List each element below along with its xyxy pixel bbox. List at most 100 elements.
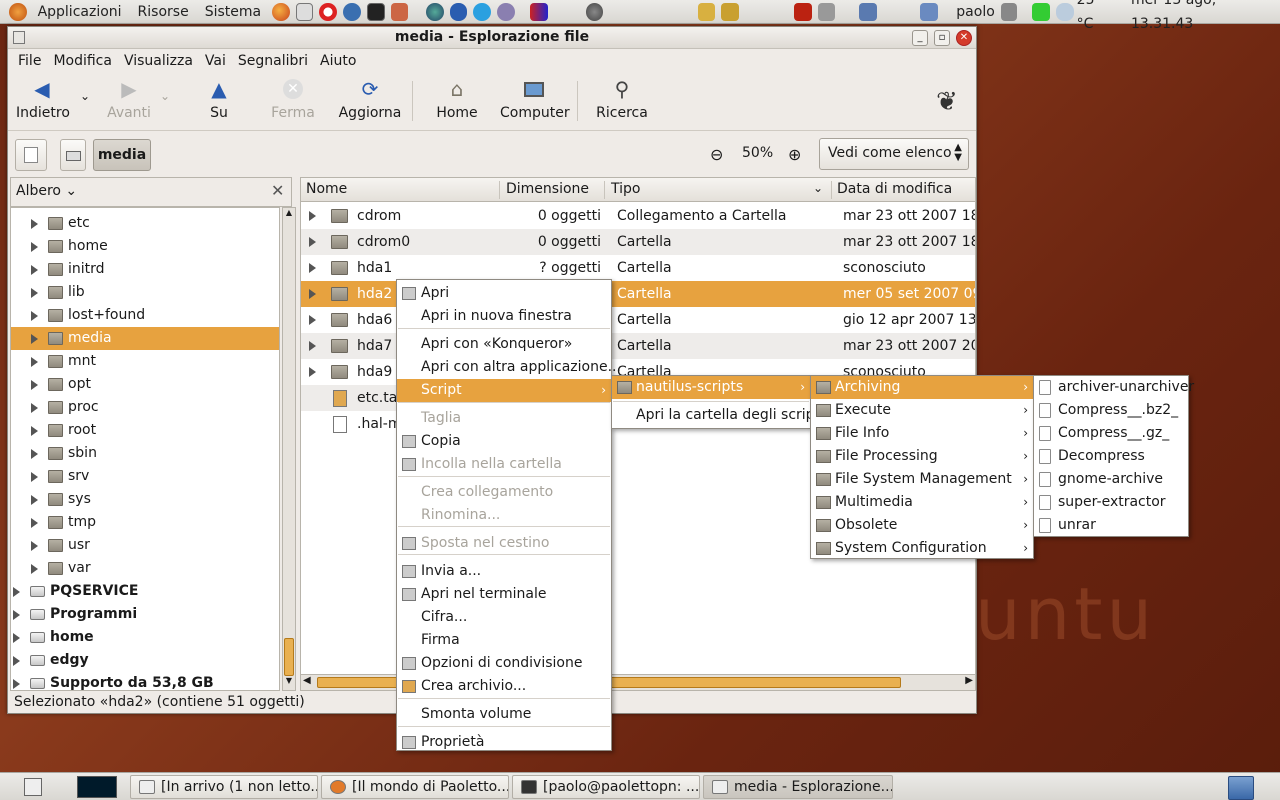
tree-item[interactable]: lib [11, 281, 279, 304]
title-bar[interactable]: media - Esplorazione file _ ▫ ✕ [8, 27, 976, 49]
expander-icon[interactable] [309, 211, 316, 221]
context-menu-item[interactable]: Rinomina... [397, 504, 611, 527]
archiving-script-item[interactable]: archiver-unarchiver [1034, 376, 1194, 399]
maximize-button[interactable]: ▫ [934, 30, 950, 46]
tree-item[interactable]: usr [11, 534, 279, 557]
close-button[interactable]: ✕ [956, 30, 972, 46]
filezilla-icon[interactable] [793, 2, 812, 21]
expander-icon[interactable] [13, 610, 20, 620]
expander-icon[interactable] [31, 449, 38, 459]
column-size[interactable]: Dimensione [506, 181, 589, 197]
minimize-button[interactable]: _ [912, 30, 928, 46]
expander-icon[interactable] [309, 289, 316, 299]
menu-modifica[interactable]: Modifica [47, 53, 118, 69]
expander-icon[interactable] [309, 341, 316, 351]
system-monitor-graph[interactable] [77, 776, 117, 798]
expander-icon[interactable] [309, 237, 316, 247]
scroll-left-button[interactable]: ◀ [303, 675, 311, 686]
context-menu-item[interactable]: Opzioni di condivisione [397, 652, 611, 675]
expander-icon[interactable] [31, 311, 38, 321]
scripts-folder-item[interactable]: Archiving › [811, 376, 1033, 399]
scripts-folder-item[interactable]: Multimedia › [811, 491, 1033, 514]
expander-icon[interactable] [31, 380, 38, 390]
expander-icon[interactable] [13, 633, 20, 643]
tree-item[interactable]: sbin [11, 442, 279, 465]
running-man-icon[interactable] [1032, 2, 1050, 21]
expander-icon[interactable] [309, 263, 316, 273]
menu-visualizza[interactable]: Visualizza [118, 53, 199, 69]
context-menu-item[interactable]: Incolla nella cartella [397, 453, 611, 476]
user-name[interactable]: paolo [956, 0, 995, 24]
tree-item[interactable]: initrd [11, 258, 279, 281]
show-desktop-icon[interactable] [24, 778, 42, 796]
expander-icon[interactable] [31, 219, 38, 229]
archiving-script-item[interactable]: gnome-archive [1034, 468, 1188, 491]
scroll-down-button[interactable]: ▼ [283, 676, 295, 690]
expander-icon[interactable] [13, 587, 20, 597]
list-row[interactable]: hda1? oggetti Cartella sconosciuto [301, 255, 975, 281]
globe-launcher-icon[interactable] [425, 2, 444, 21]
tree-item[interactable]: home [11, 235, 279, 258]
list-row[interactable]: cdrom0 0 oggetti Cartella mar 23 ott 2007 1… [301, 229, 975, 255]
view-mode-select[interactable]: Vedi come elenco ▲ ▼ [819, 138, 969, 170]
expander-icon[interactable] [31, 265, 38, 275]
taskbar-item-file-manager[interactable]: media - Esplorazione... [703, 775, 893, 799]
context-menu-item[interactable]: Copia [397, 430, 611, 453]
tree-item[interactable]: proc [11, 396, 279, 419]
context-menu-item[interactable]: Apri nel terminale [397, 583, 611, 606]
scripts-folder-item[interactable]: File System Management › [811, 468, 1033, 491]
update-icon[interactable] [585, 2, 604, 21]
back-history-button[interactable]: ⌄ [78, 89, 92, 103]
weather-cloud-icon[interactable] [1055, 2, 1074, 21]
context-menu-item[interactable]: Cifra... [397, 606, 611, 629]
taskbar-item-browser[interactable]: [Il mondo di Paoletto... [321, 775, 509, 799]
expander-icon[interactable] [13, 679, 20, 689]
zoom-level[interactable]: 50% [742, 145, 773, 161]
archiving-script-item[interactable]: Compress__.gz_ [1034, 422, 1188, 445]
edit-location-button[interactable] [15, 139, 47, 171]
archiving-script-item[interactable]: Compress__.bz2_ [1034, 399, 1188, 422]
home-button[interactable]: ⌂ Home [434, 77, 480, 121]
context-menu-item[interactable]: Taglia [397, 407, 611, 430]
context-menu-item[interactable]: Apri [397, 282, 611, 305]
monitor-icon[interactable] [858, 2, 877, 21]
context-menu-item[interactable]: Invia a... [397, 560, 611, 583]
tree-item[interactable]: lost+found [11, 304, 279, 327]
expander-icon[interactable] [31, 426, 38, 436]
mail-launcher-icon[interactable] [295, 2, 314, 21]
scripts-folder-item[interactable]: System Configuration › [811, 537, 1033, 560]
close-side-pane-icon[interactable]: ✕ [271, 181, 284, 200]
forward-history-button[interactable]: ⌄ [158, 89, 172, 103]
expander-icon[interactable] [13, 656, 20, 666]
firefox-launcher-icon[interactable] [272, 2, 290, 21]
network-icon[interactable] [919, 2, 938, 21]
script-menu-item[interactable]: nautilus-scripts › [612, 376, 810, 399]
scroll-up-button[interactable]: ▲ [283, 208, 295, 222]
computer-button[interactable]: Computer [500, 77, 570, 121]
forward-button[interactable]: ▶ Avanti [104, 77, 154, 121]
expander-icon[interactable] [31, 564, 38, 574]
tree-root-item[interactable]: home [11, 626, 279, 649]
context-menu-item[interactable]: Proprietà [397, 731, 611, 754]
context-menu-item[interactable]: Smonta volume [397, 703, 611, 726]
search-button[interactable]: ⚲ Ricerca [596, 77, 648, 121]
tree-item[interactable]: opt [11, 373, 279, 396]
list-row[interactable]: cdrom 0 oggetti Collegamento a Cartella mar… [301, 203, 975, 229]
tree-item[interactable]: var [11, 557, 279, 580]
column-date[interactable]: Data di modifica [837, 181, 952, 197]
archiving-script-item[interactable]: super-extractor [1034, 491, 1188, 514]
ubuntu-logo-icon[interactable] [8, 2, 27, 21]
weather-temperature[interactable]: 25 °C [1077, 0, 1115, 36]
context-menu-item[interactable]: Crea collegamento [397, 481, 611, 504]
archiving-script-item[interactable]: Decompress [1034, 445, 1188, 468]
tree-root-item[interactable]: PQSERVICE [11, 580, 279, 603]
tree-item[interactable]: mnt [11, 350, 279, 373]
taskbar-item-terminal[interactable]: [paolo@paolettopn: ... [512, 775, 700, 799]
scroll-right-button[interactable]: ▶ [965, 675, 973, 686]
back-button[interactable]: ◀ Indietro [16, 77, 70, 121]
taskbar-item-mail[interactable]: [In arrivo (1 non letto... [130, 775, 318, 799]
expander-icon[interactable] [31, 495, 38, 505]
menu-applicazioni[interactable]: Applicazioni [30, 0, 130, 24]
tree-item[interactable]: etc [11, 212, 279, 235]
zoom-out-icon[interactable]: ⊖ [710, 145, 723, 164]
